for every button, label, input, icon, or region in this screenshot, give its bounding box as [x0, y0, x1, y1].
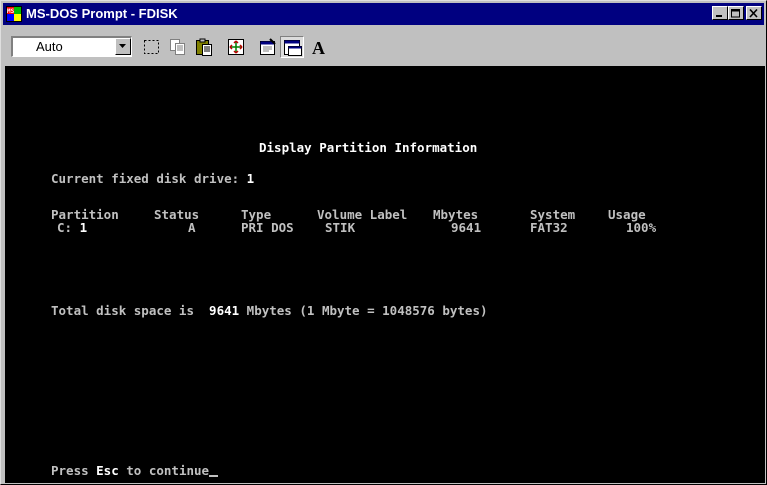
prompt-key: Esc: [96, 463, 119, 478]
mark-button[interactable]: [140, 36, 164, 58]
total-suffix: Mbytes (1 Mbyte = 1048576 bytes): [239, 303, 488, 318]
paste-icon: [196, 38, 212, 56]
table-row: C: 1: [57, 221, 87, 235]
font-icon: A: [312, 38, 325, 57]
total-value: 9641: [209, 303, 240, 318]
current-drive-value: 1: [246, 171, 255, 186]
background-icon: [284, 40, 302, 56]
title-bar-buttons: [712, 6, 762, 20]
current-drive-label: Current fixed disk drive:: [51, 171, 247, 186]
background-button[interactable]: [280, 36, 304, 58]
row-drive: C:: [57, 220, 73, 235]
toolbar: Auto A: [3, 27, 764, 63]
minimize-button[interactable]: [712, 6, 728, 20]
continue-prompt: Press Esc to continue: [51, 463, 219, 478]
maximize-button[interactable]: [728, 6, 744, 20]
svg-text:MS: MS: [7, 8, 15, 15]
window-title: MS-DOS Prompt - FDISK: [26, 6, 178, 21]
fullscreen-button[interactable]: [224, 36, 248, 58]
mark-icon: [144, 40, 159, 54]
row-type: PRI DOS: [241, 220, 294, 235]
total-space-line: Total disk space is 9641 Mbytes (1 Mbyte…: [51, 304, 488, 318]
copy-icon: [170, 39, 185, 55]
font-button[interactable]: A: [308, 36, 332, 58]
row-mbytes: 9641: [451, 220, 482, 235]
properties-icon: [260, 38, 276, 55]
row-usage: 100%: [626, 220, 657, 235]
font-tool-label: A: [312, 38, 325, 57]
row-status: A: [188, 220, 196, 235]
console-screen[interactable]: Display Partition Information Current fi…: [5, 66, 765, 483]
text-cursor: [209, 475, 219, 477]
title-bar[interactable]: MS MS-DOS Prompt - FDISK: [3, 3, 764, 25]
fullscreen-icon: [228, 39, 244, 55]
msdos-window: MS MS-DOS Prompt - FDISK Auto A Display …: [0, 0, 767, 485]
row-system: FAT32: [530, 220, 568, 235]
console-heading: Display Partition Information: [259, 140, 478, 155]
paste-button[interactable]: [192, 36, 216, 58]
row-volume-label: STIK: [325, 220, 356, 235]
ms-dos-icon[interactable]: MS: [6, 6, 22, 22]
properties-button[interactable]: [256, 36, 280, 58]
total-prefix: Total disk space is: [51, 303, 202, 318]
current-drive-line: Current fixed disk drive: 1: [51, 172, 254, 186]
close-button[interactable]: [746, 6, 762, 20]
copy-button[interactable]: [166, 36, 190, 58]
prompt-suffix: to continue: [118, 463, 210, 478]
font-size-select[interactable]: Auto: [11, 36, 132, 57]
dropdown-arrow-button[interactable]: [115, 38, 131, 55]
prompt-prefix: Press: [51, 463, 97, 478]
font-size-value: Auto: [36, 39, 63, 54]
row-partition: 1: [79, 220, 88, 235]
